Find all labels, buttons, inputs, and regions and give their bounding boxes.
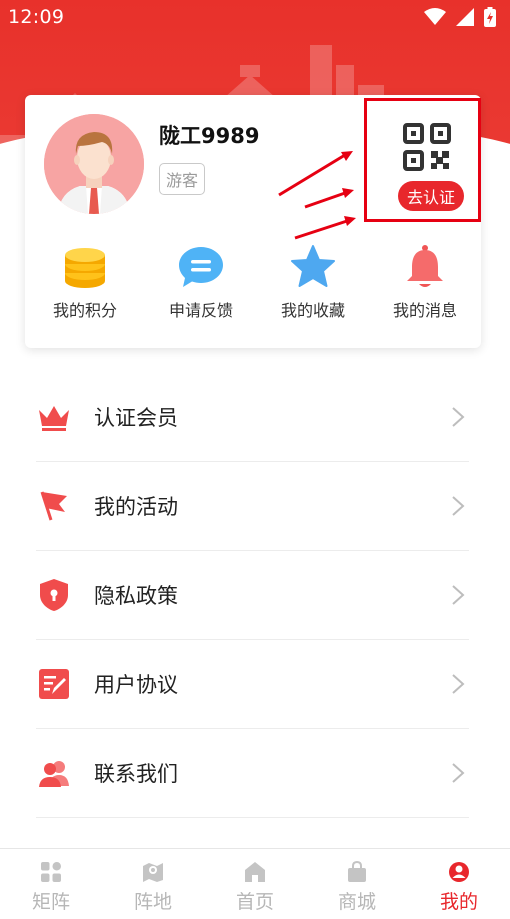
menu-item-user-agreement[interactable]: 用户协议 xyxy=(36,640,469,729)
menu-item-privacy-policy[interactable]: 隐私政策 xyxy=(36,551,469,640)
nav-tab-mall[interactable]: 商城 xyxy=(306,849,408,919)
avatar-person-icon xyxy=(44,114,144,214)
user-icon xyxy=(449,862,469,882)
chat-bubble-icon xyxy=(179,247,223,287)
menu-item-label: 隐私政策 xyxy=(94,584,178,608)
quick-action-feedback[interactable]: 申请反馈 xyxy=(145,243,257,323)
bell-icon xyxy=(407,245,443,287)
quick-action-favorites[interactable]: 我的收藏 xyxy=(257,243,369,323)
qr-verify-highlight[interactable]: 去认证 xyxy=(364,98,481,222)
document-edit-icon xyxy=(36,666,72,702)
menu-item-label: 用户协议 xyxy=(94,673,178,697)
qr-code-icon[interactable] xyxy=(403,123,451,171)
shield-icon xyxy=(36,577,72,613)
status-time: 12:09 xyxy=(8,6,65,28)
quick-action-label: 申请反馈 xyxy=(168,301,233,320)
annotation-arrows xyxy=(278,151,356,240)
quick-action-label: 我的消息 xyxy=(392,301,457,320)
menu-item-label: 认证会员 xyxy=(94,406,178,430)
shopping-bag-icon xyxy=(348,861,366,882)
home-icon xyxy=(245,862,265,882)
username: 陇工9989 xyxy=(159,124,260,148)
nav-label: 商城 xyxy=(337,891,376,913)
coins-icon xyxy=(65,248,105,288)
quick-action-messages[interactable]: 我的消息 xyxy=(369,243,481,323)
chevron-right-icon xyxy=(452,496,465,516)
contacts-icon xyxy=(36,755,72,791)
chevron-right-icon xyxy=(452,763,465,783)
nav-tab-mine[interactable]: 我的 xyxy=(408,849,510,919)
star-icon xyxy=(291,245,335,287)
quick-action-points[interactable]: 我的积分 xyxy=(25,243,145,323)
menu-item-contact-us[interactable]: 联系我们 xyxy=(36,729,469,818)
chevron-right-icon xyxy=(452,407,465,427)
menu-list: 认证会员 我的活动 隐私政策 用户协议 联系我们 xyxy=(36,373,469,818)
battery-icon xyxy=(484,7,496,27)
guest-badge: 游客 xyxy=(159,163,205,195)
menu-item-label: 联系我们 xyxy=(94,762,178,786)
chevron-right-icon xyxy=(452,674,465,694)
bottom-nav: 矩阵 阵地 首页 商城 我的 xyxy=(0,848,510,919)
nav-label: 矩阵 xyxy=(31,891,70,913)
quick-action-label: 我的积分 xyxy=(52,301,117,320)
nav-tab-home[interactable]: 首页 xyxy=(204,849,306,919)
menu-item-my-activities[interactable]: 我的活动 xyxy=(36,462,469,551)
signal-icon xyxy=(456,8,474,26)
nav-label: 我的 xyxy=(439,891,478,913)
wifi-icon xyxy=(424,8,446,25)
flag-icon xyxy=(36,488,72,524)
profile-card: 陇工9989 游客 去认证 我的积分 申请反馈 我的收藏 我的消息 xyxy=(25,95,481,348)
nav-tab-position[interactable]: 阵地 xyxy=(102,849,204,919)
quick-actions-row: 我的积分 申请反馈 我的收藏 我的消息 xyxy=(25,243,481,323)
map-pin-icon xyxy=(143,863,163,882)
grid-icon xyxy=(41,862,61,882)
nav-label: 首页 xyxy=(235,891,274,913)
menu-item-member-verify[interactable]: 认证会员 xyxy=(36,373,469,462)
chevron-right-icon xyxy=(452,585,465,605)
nav-tab-matrix[interactable]: 矩阵 xyxy=(0,849,102,919)
status-bar: 12:09 xyxy=(0,0,510,34)
avatar[interactable] xyxy=(44,114,144,214)
quick-action-label: 我的收藏 xyxy=(280,301,345,320)
crown-icon xyxy=(36,399,72,435)
menu-item-label: 我的活动 xyxy=(94,495,178,519)
nav-label: 阵地 xyxy=(133,891,172,913)
status-icons xyxy=(424,7,496,27)
verify-button[interactable]: 去认证 xyxy=(398,181,464,211)
